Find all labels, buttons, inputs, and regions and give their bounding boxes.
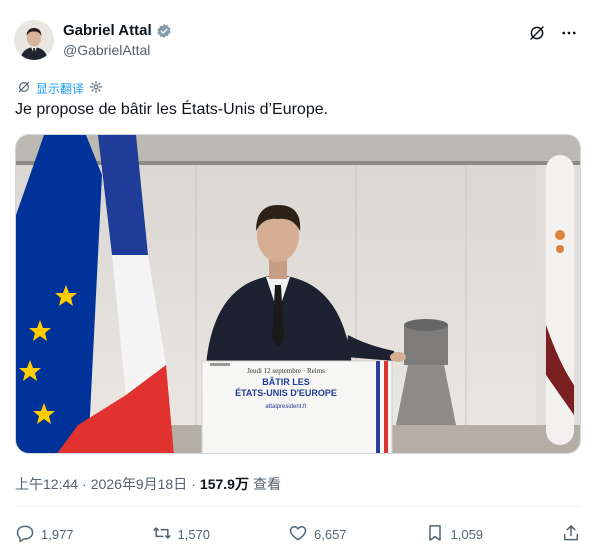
avatar[interactable] [14,20,54,60]
tweet-header: Gabriel Attal @GabrielAttal [14,16,582,64]
tweet-media-image[interactable]: Jeudi 12 septembre · Reims BÂTIR LES ÉTA… [15,134,581,454]
repost-icon [152,523,172,546]
meta-separator: · [191,476,196,492]
user-handle[interactable]: @GabrielAttal [63,42,150,58]
display-name[interactable]: Gabriel Attal [63,22,152,39]
podium-date-text: Jeudi 12 septembre · Reims [247,367,325,375]
like-count: 6,657 [314,526,347,542]
repost-button[interactable]: 1,570 [152,523,211,546]
top-actions [528,24,578,42]
bookmark-count: 1,059 [450,526,484,542]
share-button[interactable] [561,523,581,546]
bookmark-icon [425,523,445,546]
podium-url-text: attalpresident.fr [265,404,306,410]
show-translation-link[interactable]: 显示翻译 [36,80,84,97]
gear-icon[interactable] [89,80,103,97]
share-icon [561,523,581,546]
repost-count: 1,570 [177,526,211,542]
podium-title-line1: BÂTIR LES [262,376,310,387]
tweet-date[interactable]: 2026年9月18日 [91,474,188,494]
grok-icon[interactable] [528,24,546,42]
reply-count: 1,977 [41,526,74,542]
bookmark-button[interactable]: 1,059 [425,523,484,546]
heart-icon [288,523,308,546]
tweet-actions-bar: 1,977 1,570 6,657 1,059 [15,518,581,550]
avatar-image [14,20,54,60]
more-icon[interactable] [560,24,578,42]
tweet-meta: 上午12:44 · 2026年9月18日 · 157.9万 查看 [15,474,281,494]
meta-separator: · [82,476,87,492]
tweet-text: Je propose de bâtir les États-Unis d’Eur… [15,101,329,118]
views-label: 查看 [252,476,281,492]
name-row: Gabriel Attal [63,22,172,39]
reply-button[interactable]: 1,977 [15,523,74,546]
reply-icon [15,523,35,546]
grok-small-icon [17,80,31,97]
verified-badge-icon [156,23,172,39]
show-translation-row[interactable]: 显示翻译 [17,80,103,97]
views-count: 157.9万 [199,476,249,492]
divider [15,506,581,507]
like-button[interactable]: 6,657 [288,523,347,546]
tweet-time[interactable]: 上午12:44 [15,474,78,494]
podium-title-line2: ÉTATS-UNIS D'EUROPE [235,388,337,398]
